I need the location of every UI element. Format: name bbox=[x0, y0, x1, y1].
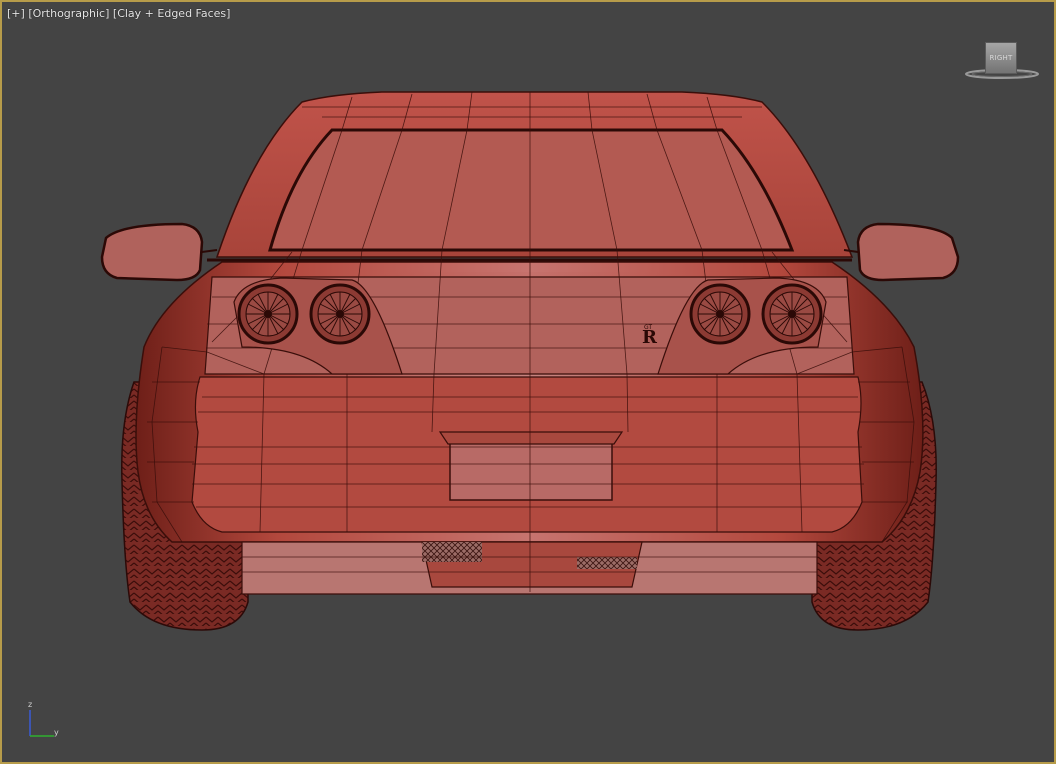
taillight-right-inner bbox=[689, 283, 751, 345]
taillight-left-inner bbox=[309, 283, 371, 345]
car-model-rear-view[interactable]: GT R bbox=[2, 2, 1054, 762]
axis-y-label: y bbox=[54, 728, 59, 737]
axis-z-label: z bbox=[28, 700, 33, 709]
viewport-label[interactable]: [+] [Orthographic] [Clay + Edged Faces] bbox=[7, 7, 230, 21]
rear-window bbox=[268, 128, 795, 252]
diffuser-mesh-right bbox=[577, 557, 637, 569]
viewport-orthographic[interactable]: GT R [+] [Orthographic] [Clay + Edged Fa… bbox=[0, 0, 1056, 764]
taillight-right-outer bbox=[761, 283, 823, 345]
viewcube[interactable]: RIGHT bbox=[962, 40, 1042, 84]
taillight-left-outer bbox=[237, 283, 299, 345]
viewcube-face-right[interactable]: RIGHT bbox=[985, 42, 1017, 74]
axis-gizmo: z y bbox=[22, 700, 66, 744]
svg-text:R: R bbox=[642, 327, 658, 348]
viewport-shading-mode[interactable]: [Clay + Edged Faces] bbox=[113, 7, 231, 20]
gtr-badge: GT R bbox=[642, 324, 658, 348]
mirror-left bbox=[100, 222, 218, 282]
diffuser-mesh-left bbox=[422, 542, 482, 562]
viewport-view-mode[interactable]: [Orthographic] bbox=[28, 7, 109, 20]
viewport-menu-plus[interactable]: [+] bbox=[7, 7, 25, 20]
mirror-right bbox=[843, 222, 960, 282]
